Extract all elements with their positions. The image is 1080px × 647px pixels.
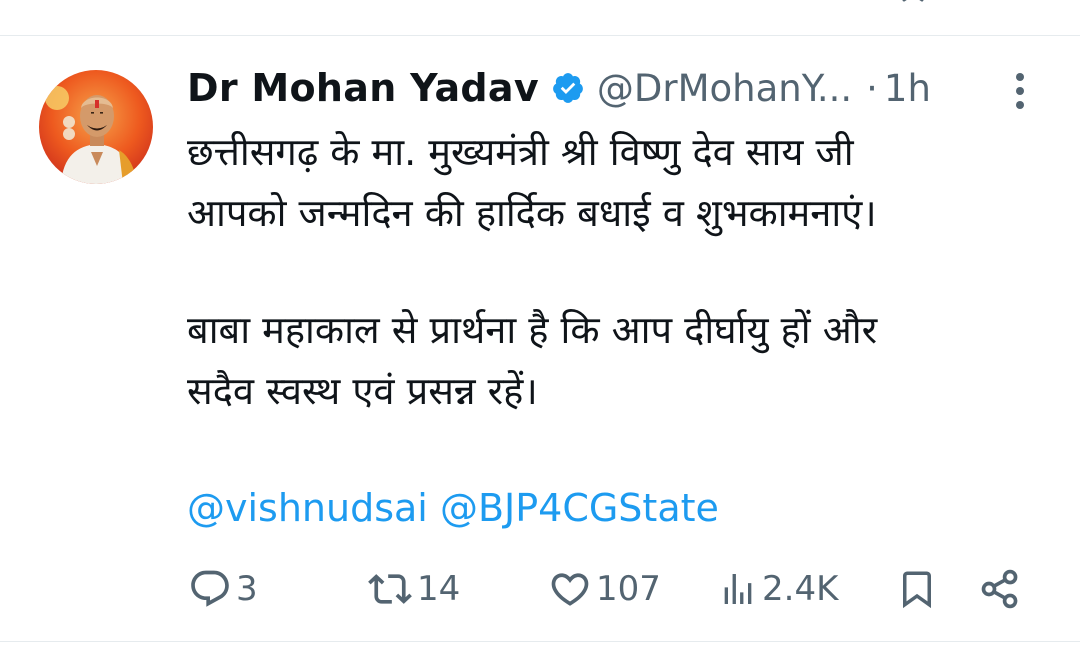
text-line: आपको जन्मदिन की हार्दिक बधाई व शुभकामनाए…: [187, 191, 877, 235]
tweet-text-paragraph-2: बाबा महाकाल से प्रार्थना है कि आप दीर्घा…: [187, 300, 877, 422]
bookmark-button[interactable]: [896, 565, 938, 613]
avatar[interactable]: [39, 70, 153, 184]
avatar-image: [39, 70, 153, 184]
bottom-divider: [0, 641, 1080, 642]
bookmark-icon: [903, 571, 931, 609]
heart-icon: [551, 573, 589, 606]
bookmark-icon[interactable]: [898, 0, 928, 6]
reply-count: 3: [236, 569, 258, 609]
timestamp[interactable]: 1h: [884, 67, 931, 110]
previous-tweet-actions: [0, 0, 1080, 6]
retweet-icon: [368, 574, 412, 604]
share-icon: [981, 569, 1018, 609]
verified-badge-icon: [553, 73, 583, 103]
text-line: सदैव स्वस्थ एवं प्रसन्न रहें।: [187, 369, 538, 413]
tweet-page: Dr Mohan Yadav @DrMohanY... · 1h छत्तीसग…: [0, 0, 1080, 647]
retweet-button[interactable]: 14: [367, 565, 460, 613]
views-button[interactable]: 2.4K: [718, 565, 838, 613]
mention-link[interactable]: @vishnudsai: [187, 486, 428, 530]
tweet-text: छत्तीसगढ़ के मा. मुख्यमंत्री श्री विष्णु…: [187, 122, 1047, 244]
like-count: 107: [596, 569, 661, 609]
mention-link[interactable]: @BJP4CGState: [440, 486, 719, 530]
mentions: @vishnudsai @BJP4CGState: [187, 478, 719, 539]
views-count: 2.4K: [762, 569, 839, 609]
retweet-count: 14: [417, 569, 461, 609]
reply-button[interactable]: 3: [188, 565, 258, 613]
like-button[interactable]: 107: [548, 565, 661, 613]
top-divider: [0, 35, 1080, 36]
share-button[interactable]: [978, 565, 1022, 613]
text-line: छत्तीसगढ़ के मा. मुख्यमंत्री श्री विष्णु…: [187, 130, 854, 174]
separator-dot: ·: [866, 66, 878, 110]
more-vertical-icon[interactable]: [1012, 71, 1028, 111]
user-handle[interactable]: @DrMohanY...: [597, 67, 852, 110]
views-icon: [724, 574, 752, 604]
tweet-header: Dr Mohan Yadav @DrMohanY... · 1h: [187, 60, 1067, 116]
display-name[interactable]: Dr Mohan Yadav: [187, 66, 539, 110]
reply-icon: [191, 570, 229, 607]
text-line: बाबा महाकाल से प्रार्थना है कि आप दीर्घा…: [187, 308, 878, 352]
share-icon[interactable]: [990, 0, 1020, 6]
